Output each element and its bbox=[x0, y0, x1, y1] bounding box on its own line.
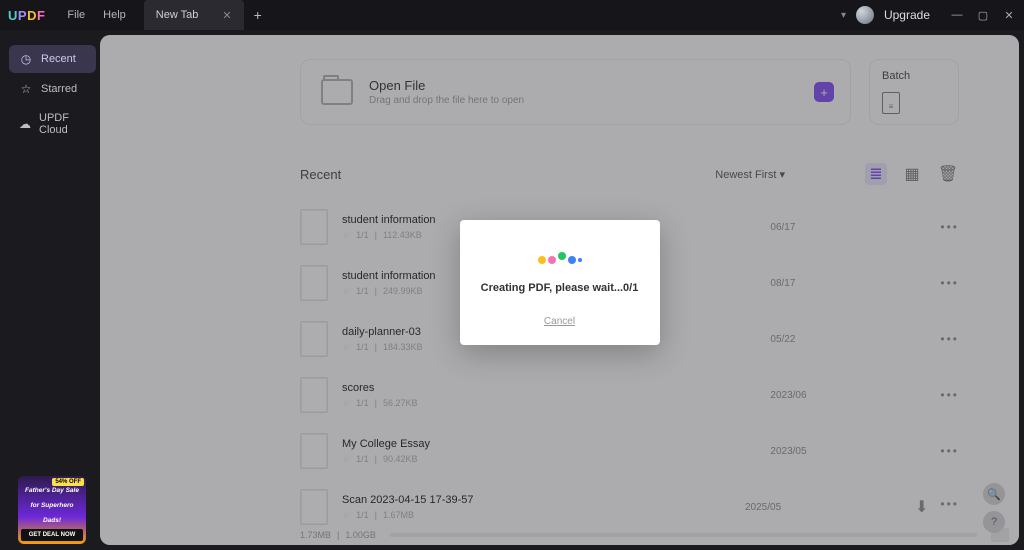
sidebar-label: Recent bbox=[41, 53, 76, 65]
loading-wave-icon bbox=[478, 248, 642, 264]
promo-badge: 54% OFF bbox=[52, 478, 84, 486]
menu-bar: File Help bbox=[67, 9, 125, 21]
promo-line: Dads! bbox=[21, 517, 83, 524]
upgrade-link[interactable]: Upgrade bbox=[884, 8, 930, 22]
sidebar-label: UPDF Cloud bbox=[39, 112, 86, 136]
star-icon: ☆ bbox=[19, 82, 33, 96]
menu-file[interactable]: File bbox=[67, 9, 85, 21]
promo-line: Father's Day Sale bbox=[21, 487, 83, 494]
maximize-icon[interactable]: ▢ bbox=[976, 9, 990, 22]
tab-label: New Tab bbox=[156, 9, 199, 21]
sidebar-item-recent[interactable]: ◷ Recent bbox=[9, 45, 96, 73]
tab-strip: New Tab ✕ + bbox=[144, 0, 272, 30]
cancel-link[interactable]: Cancel bbox=[478, 316, 642, 327]
cloud-icon: ☁ bbox=[19, 117, 31, 131]
main-canvas: Open File Drag and drop the file here to… bbox=[100, 35, 1019, 545]
sidebar-item-cloud[interactable]: ☁ UPDF Cloud bbox=[9, 105, 96, 143]
minimize-icon[interactable]: — bbox=[950, 9, 964, 22]
promo-cta[interactable]: GET DEAL NOW bbox=[21, 529, 83, 541]
close-icon[interactable]: ✕ bbox=[222, 9, 231, 22]
promo-line: for Superhero bbox=[21, 502, 83, 509]
modal-message: Creating PDF, please wait...0/1 bbox=[478, 282, 642, 294]
avatar[interactable] bbox=[856, 6, 874, 24]
tab-new[interactable]: New Tab ✕ bbox=[144, 0, 244, 30]
app-logo: UPDF bbox=[8, 8, 45, 23]
titlebar-right: ▾ Upgrade — ▢ ✕ bbox=[841, 6, 1016, 24]
menu-help[interactable]: Help bbox=[103, 9, 126, 21]
promo-card[interactable]: 54% OFF Father's Day Sale for Superhero … bbox=[18, 476, 86, 544]
sidebar-label: Starred bbox=[41, 83, 77, 95]
chevron-down-icon[interactable]: ▾ bbox=[841, 10, 846, 21]
creating-pdf-modal: Creating PDF, please wait...0/1 Cancel bbox=[460, 220, 660, 345]
clock-icon: ◷ bbox=[19, 52, 33, 66]
window-controls: — ▢ ✕ bbox=[950, 9, 1016, 22]
sidebar: ◷ Recent ☆ Starred ☁ UPDF Cloud bbox=[5, 35, 100, 545]
titlebar: UPDF File Help New Tab ✕ + ▾ Upgrade — ▢… bbox=[0, 0, 1024, 30]
sidebar-item-starred[interactable]: ☆ Starred bbox=[9, 75, 96, 103]
new-tab-button[interactable]: + bbox=[244, 0, 272, 30]
close-window-icon[interactable]: ✕ bbox=[1002, 9, 1016, 22]
